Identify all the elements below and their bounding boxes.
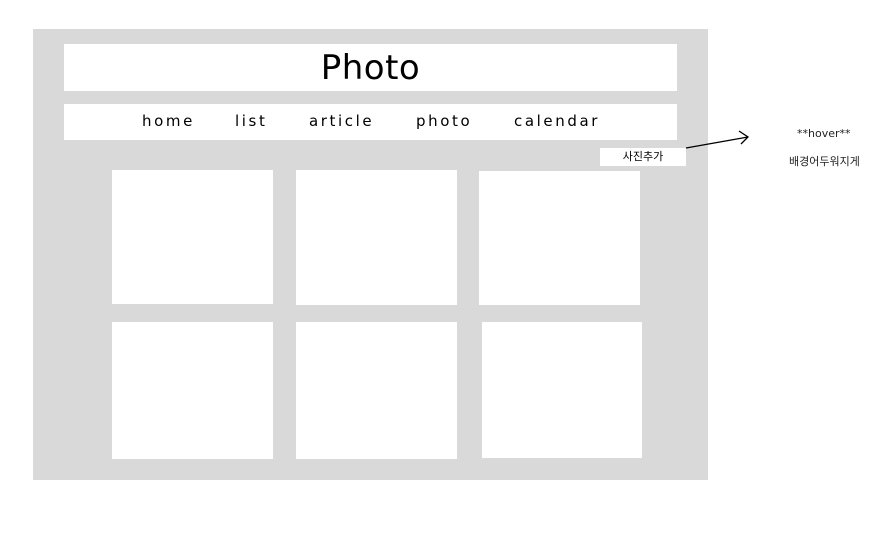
nav-bar: home list article photo calendar [64, 104, 677, 140]
photo-card[interactable] [479, 171, 640, 305]
nav-item-article[interactable]: article [309, 104, 374, 140]
wireframe-canvas: Photo home list article photo calendar 사… [0, 0, 885, 542]
nav-item-home[interactable]: home [142, 104, 195, 140]
photo-card[interactable] [112, 170, 273, 304]
nav-item-photo[interactable]: photo [416, 104, 472, 140]
photo-card[interactable] [296, 322, 457, 459]
nav-item-list[interactable]: list [235, 104, 267, 140]
arrow-right-icon [685, 130, 750, 149]
page-title: Photo [320, 47, 421, 88]
photo-card[interactable] [296, 170, 457, 305]
photo-card[interactable] [482, 322, 642, 458]
nav-item-calendar[interactable]: calendar [514, 104, 600, 140]
hover-annotation-label: **hover** [797, 127, 851, 140]
hover-annotation-note: 배경어두워지게 [789, 155, 860, 168]
add-photo-button[interactable]: 사진추가 [600, 148, 686, 166]
header: Photo [64, 44, 677, 91]
photo-card[interactable] [112, 322, 273, 459]
